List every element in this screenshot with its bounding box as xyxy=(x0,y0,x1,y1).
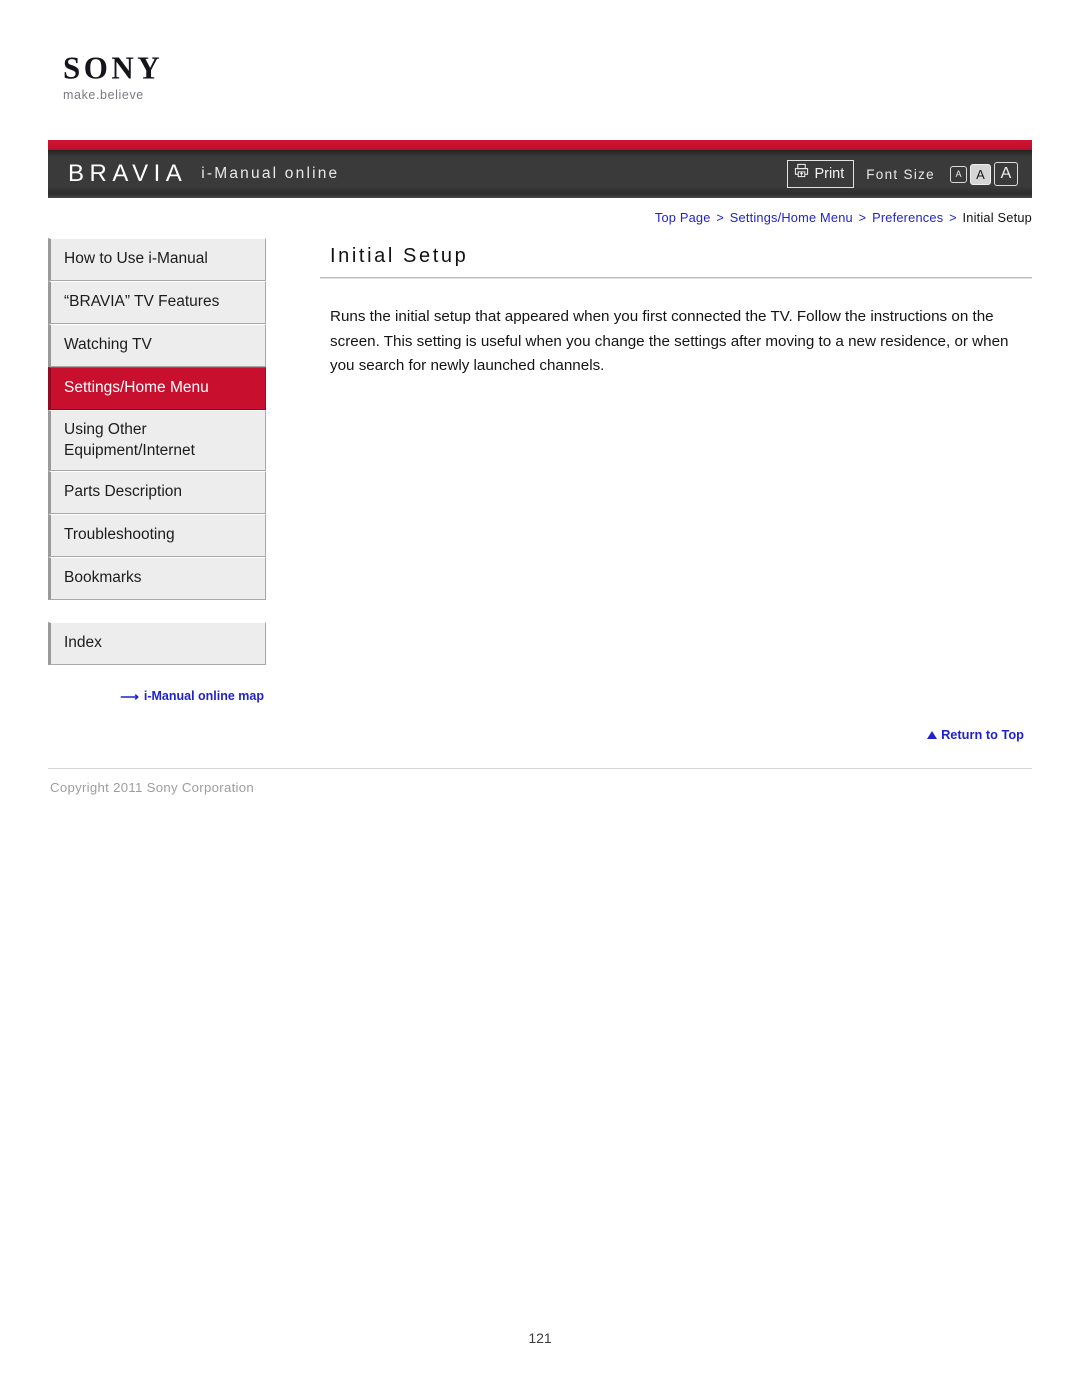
sidebar-primary-group: How to Use i-Manual “BRAVIA” TV Features… xyxy=(48,238,266,600)
arrow-right-icon: ⟶ xyxy=(120,688,139,704)
page-number: 121 xyxy=(528,1330,552,1346)
bravia-wordmark: BRAVIA xyxy=(68,160,188,187)
breadcrumb-item-top-page[interactable]: Top Page xyxy=(655,210,711,225)
sidebar-item-label: How to Use i-Manual xyxy=(64,250,208,268)
print-button-label: Print xyxy=(814,165,845,182)
triangle-up-icon xyxy=(927,730,938,739)
sidebar-item-label: Parts Description xyxy=(64,483,183,501)
sidebar-item-troubleshooting[interactable]: Troubleshooting xyxy=(48,514,266,557)
sidebar-item-label: Troubleshooting xyxy=(64,526,175,544)
sidebar-item-settings-home-menu[interactable]: Settings/Home Menu xyxy=(48,367,266,410)
sidebar-item-using-other-equipment-internet[interactable]: Using Other Equipment/Internet xyxy=(48,410,266,471)
breadcrumb-item-current: Initial Setup xyxy=(962,210,1032,225)
sidebar-item-index[interactable]: Index xyxy=(48,622,266,665)
sidebar-item-how-to-use-imanual[interactable]: How to Use i-Manual xyxy=(48,238,266,281)
sidebar-item-label: Bookmarks xyxy=(64,569,142,587)
sidebar-item-label: Watching TV xyxy=(64,336,152,354)
sony-wordmark: SONY xyxy=(63,49,164,86)
site-header: BRAVIA i-Manual online Print Font Size A… xyxy=(48,140,1032,198)
copyright-text: Copyright 2011 Sony Corporation xyxy=(50,780,255,795)
font-size-large-button[interactable]: A xyxy=(994,162,1018,186)
sidebar-item-bookmarks[interactable]: Bookmarks xyxy=(48,557,266,600)
printer-icon xyxy=(794,163,809,184)
page-title: Initial Setup xyxy=(330,245,469,267)
imanual-online-map-label: i-Manual online map xyxy=(143,689,264,703)
sidebar-item-watching-tv[interactable]: Watching TV xyxy=(48,324,266,367)
sidebar-item-label: Settings/Home Menu xyxy=(64,379,209,397)
sidebar: How to Use i-Manual “BRAVIA” TV Features… xyxy=(48,238,266,703)
font-size-medium-button[interactable]: A xyxy=(970,163,991,185)
body-paragraph: Runs the initial setup that appeared whe… xyxy=(330,308,1009,375)
breadcrumb-item-preferences[interactable]: Preferences xyxy=(872,210,943,225)
font-size-small-button[interactable]: A xyxy=(950,165,967,183)
breadcrumb-item-settings-home-menu[interactable]: Settings/Home Menu xyxy=(730,210,853,225)
sidebar-item-parts-description[interactable]: Parts Description xyxy=(48,471,266,514)
sidebar-secondary-group: Index xyxy=(48,622,266,665)
header-accent-strip xyxy=(48,140,1032,150)
main-content: Top Page > Settings/Home Menu > Preferen… xyxy=(320,210,1032,379)
header-subtitle: i-Manual online xyxy=(201,165,340,182)
sony-tagline: make.believe xyxy=(63,88,144,102)
sidebar-item-label: Index xyxy=(64,634,102,652)
breadcrumb-separator: > xyxy=(716,210,724,225)
breadcrumb-separator: > xyxy=(858,210,867,225)
font-size-button-group: A A A xyxy=(947,162,1018,186)
sidebar-item-label: Using Other Equipment/Internet xyxy=(64,421,195,459)
sidebar-item-bravia-tv-features[interactable]: “BRAVIA” TV Features xyxy=(48,281,266,324)
return-to-top-label: Return to Top xyxy=(941,727,1024,742)
header-bar: BRAVIA i-Manual online Print Font Size A… xyxy=(48,150,1032,198)
footer-divider xyxy=(48,768,1032,769)
header-tools: Print Font Size A A A xyxy=(787,150,1018,198)
print-button[interactable]: Print xyxy=(787,160,855,188)
font-size-label: Font Size xyxy=(866,166,935,182)
imanual-online-map-link[interactable]: ⟶ i-Manual online map xyxy=(48,689,266,703)
title-divider xyxy=(320,277,1032,279)
breadcrumb-separator: > xyxy=(949,210,957,225)
sony-logo: SONY make.believe xyxy=(63,52,283,102)
breadcrumb: Top Page > Settings/Home Menu > Preferen… xyxy=(320,210,1032,225)
return-to-top-link[interactable]: Return to Top xyxy=(927,727,1024,742)
sidebar-item-label: “BRAVIA” TV Features xyxy=(64,293,220,311)
